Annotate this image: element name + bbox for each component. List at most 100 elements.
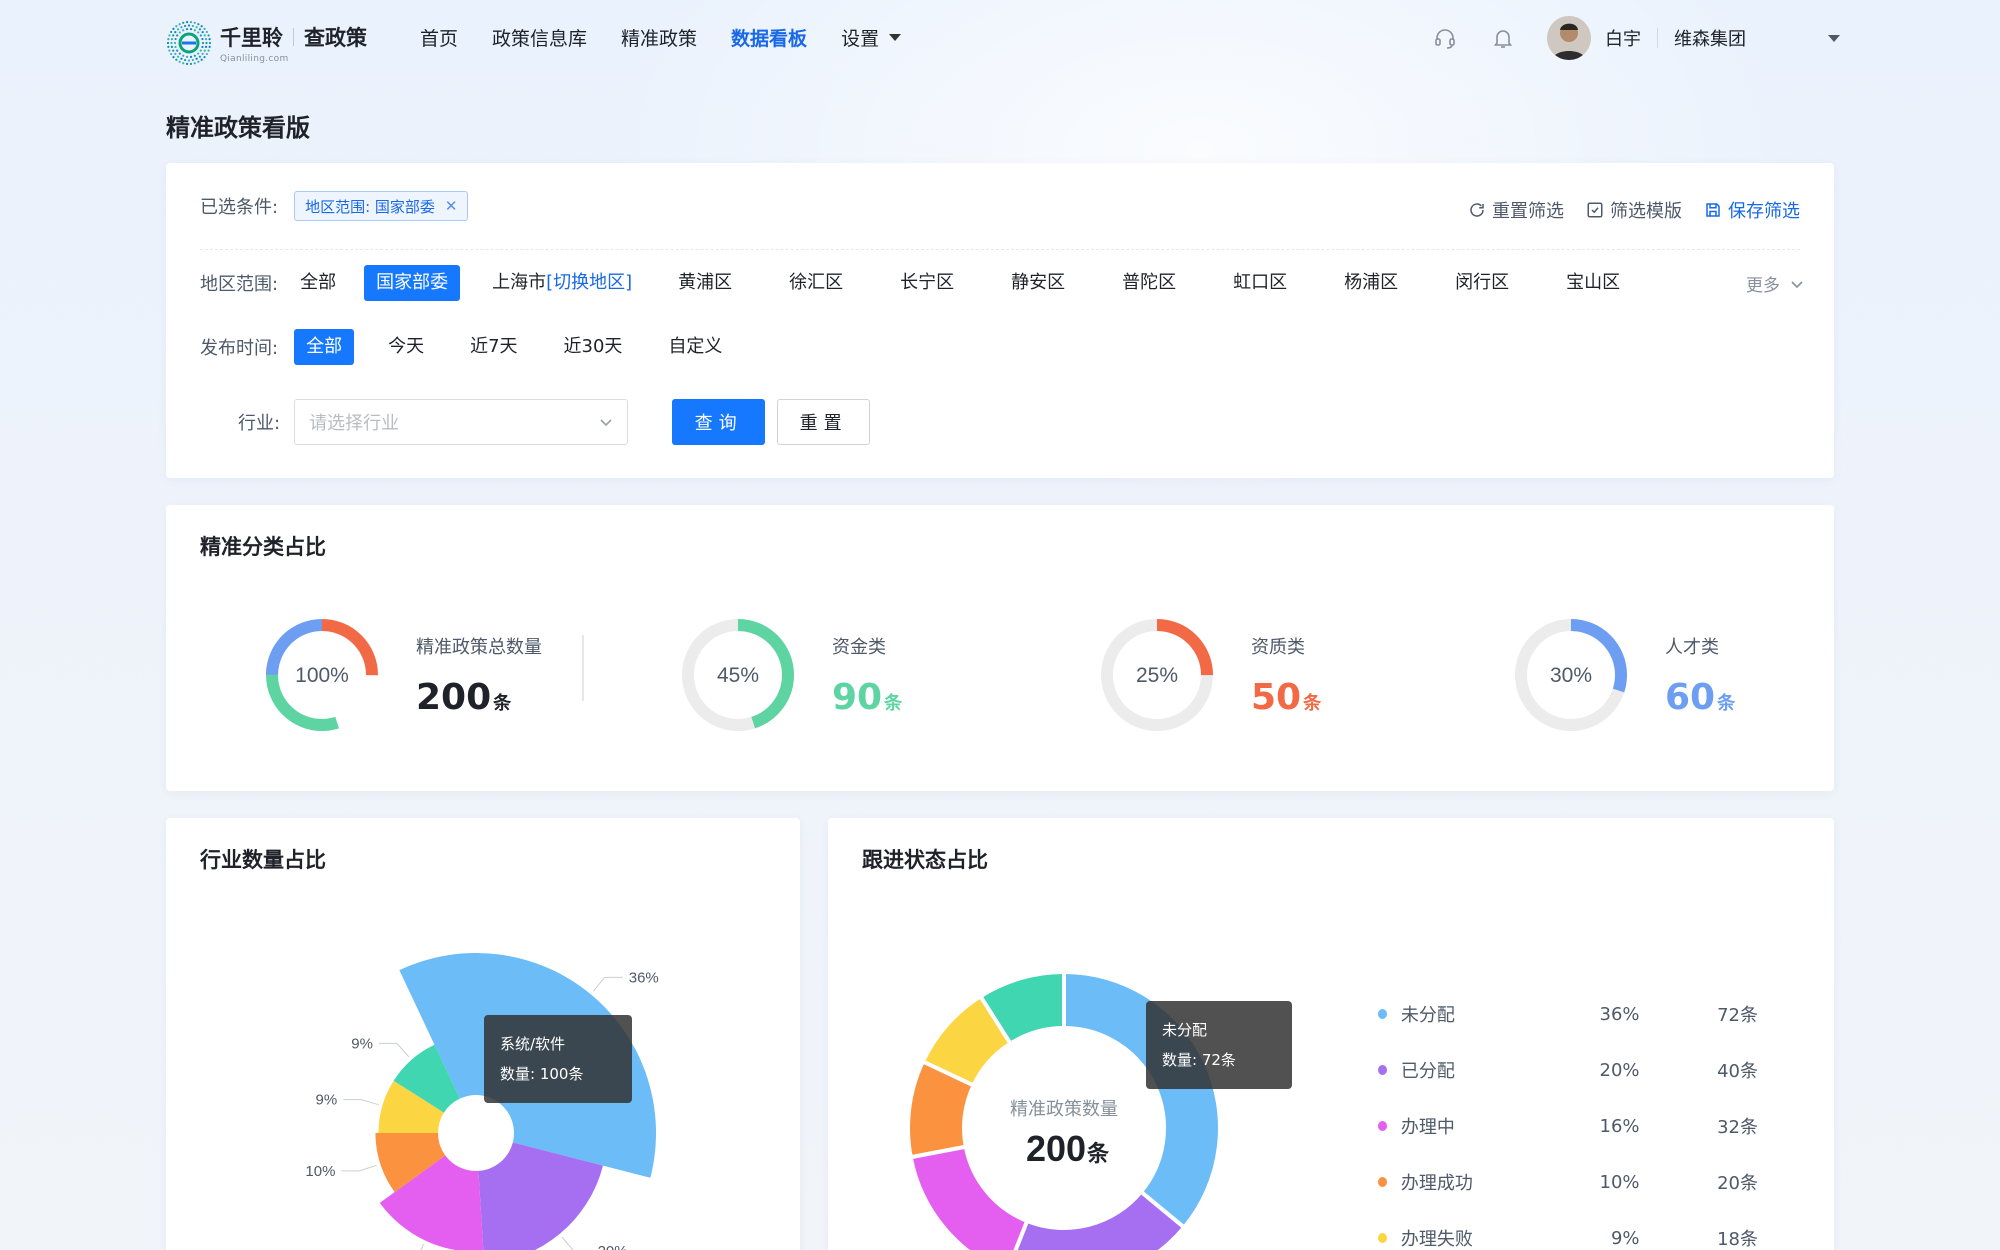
selected-tag-label: 地区范围: 国家部委 bbox=[305, 197, 435, 216]
legend-dot bbox=[1378, 1009, 1387, 1019]
rose-label: 20% bbox=[598, 1243, 628, 1250]
refresh-icon bbox=[1470, 203, 1484, 217]
page-title: 精准政策看版 bbox=[166, 114, 310, 142]
region-option-yangpu[interactable]: 杨浦区 bbox=[1332, 265, 1410, 301]
legend-item[interactable]: 办理中 16% 32条 bbox=[1378, 1098, 1758, 1154]
time-option-today[interactable]: 今天 bbox=[376, 329, 436, 365]
brand-product: 查政策 bbox=[304, 26, 367, 50]
stat-talent: 30% 人才类 60 条 bbox=[1511, 615, 1735, 735]
region-option-xuhui[interactable]: 徐汇区 bbox=[777, 265, 855, 301]
tooltip-count: 100条 bbox=[539, 1065, 584, 1083]
user-name[interactable]: 白宇 bbox=[1605, 25, 1641, 51]
reset-filter-button[interactable]: 重置筛选 bbox=[1468, 197, 1564, 223]
industry-label: 行业: bbox=[238, 413, 281, 434]
brand-logo[interactable]: 千里聆 查政策 Qianliling.com bbox=[166, 20, 367, 66]
company-name[interactable]: 维森集团 bbox=[1674, 25, 1814, 51]
region-option-national[interactable]: 国家部委 bbox=[364, 265, 461, 301]
nav-settings[interactable]: 设置 bbox=[841, 24, 902, 51]
region-option-minhang[interactable]: 闵行区 bbox=[1443, 265, 1521, 301]
nav-policy-library[interactable]: 政策信息库 bbox=[492, 24, 587, 51]
qualification-ring-chart: 25% bbox=[1101, 619, 1213, 731]
divider bbox=[200, 249, 1800, 250]
save-icon bbox=[1706, 203, 1720, 217]
stat-total: 100% 精准政策总数量 200 条 bbox=[262, 615, 542, 735]
publish-time-label: 发布时间: bbox=[200, 338, 279, 359]
rose-label: 9% bbox=[351, 1035, 373, 1052]
legend-item[interactable]: 办理失败 9% 18条 bbox=[1378, 1210, 1758, 1250]
logo-icon bbox=[166, 20, 212, 66]
reset-button[interactable]: 重置 bbox=[777, 399, 871, 445]
divider bbox=[582, 635, 584, 701]
checklist-icon bbox=[1587, 202, 1603, 218]
region-option-hongkou[interactable]: 虹口区 bbox=[1221, 265, 1299, 301]
filter-template-button[interactable]: 筛选模版 bbox=[1586, 197, 1682, 223]
total-pct: 100% bbox=[295, 664, 349, 687]
label-leader-line bbox=[592, 976, 623, 992]
talent-ring-chart: 30% bbox=[1515, 619, 1627, 731]
time-option-custom[interactable]: 自定义 bbox=[656, 329, 734, 365]
stat-value: 90 bbox=[832, 676, 883, 718]
stat-label: 资金类 bbox=[832, 636, 886, 658]
time-option-all[interactable]: 全部 bbox=[294, 329, 355, 365]
headset-icon[interactable] bbox=[1431, 24, 1459, 52]
query-button[interactable]: 查询 bbox=[672, 399, 766, 445]
industry-rose-chart[interactable]: 36%20%16%10%9%9% bbox=[166, 818, 800, 1250]
brand-name: 千里聆 bbox=[220, 26, 283, 50]
label-leader-line bbox=[343, 1099, 379, 1106]
total-ring-chart: 100% bbox=[266, 619, 378, 731]
industry-select[interactable]: 请选择行业 bbox=[294, 399, 629, 445]
more-regions-button[interactable]: 更多 bbox=[1746, 271, 1804, 296]
label-leader-line bbox=[341, 1164, 377, 1172]
bell-icon[interactable] bbox=[1489, 24, 1517, 52]
company-dropdown-icon[interactable] bbox=[1828, 34, 1840, 42]
stats-title: 精准分类占比 bbox=[200, 535, 326, 559]
region-option-shanghai[interactable]: 上海市[切换地区] bbox=[480, 265, 644, 301]
chevron-down-icon bbox=[1791, 280, 1803, 288]
donut-sector bbox=[908, 1144, 1030, 1250]
industry-tooltip: 系统/软件 数量: 100条 bbox=[484, 1015, 632, 1103]
category-stats-panel: 精准分类占比 100% 精准政策总数量 200 条 45% 资金类 90 条 25% bbox=[166, 505, 1834, 791]
region-option-putuo[interactable]: 普陀区 bbox=[1110, 265, 1188, 301]
svg-text:25%: 25% bbox=[1136, 664, 1178, 687]
region-option-huangpu[interactable]: 黄浦区 bbox=[666, 265, 744, 301]
rose-label: 9% bbox=[316, 1092, 338, 1109]
chevron-down-icon bbox=[600, 419, 612, 427]
close-icon[interactable]: ✕ bbox=[445, 197, 458, 215]
legend-item[interactable]: 办理成功 10% 20条 bbox=[1378, 1154, 1758, 1210]
tooltip-title: 系统/软件 bbox=[500, 1035, 566, 1053]
time-option-7days[interactable]: 近7天 bbox=[458, 329, 529, 365]
region-label: 地区范围: bbox=[200, 274, 279, 295]
stat-value: 200 bbox=[416, 676, 492, 718]
follow-tooltip: 未分配 数量: 72条 bbox=[1146, 1001, 1292, 1089]
legend-item[interactable]: 未分配 36% 72条 bbox=[1378, 986, 1758, 1042]
region-option-all[interactable]: 全部 bbox=[288, 265, 348, 301]
time-option-30days[interactable]: 近30天 bbox=[552, 329, 635, 365]
follow-status-panel: 跟进状态占比 精准政策数量 200 条 未分配 数量: 72条 未分配 36% … bbox=[828, 818, 1834, 1250]
rose-label: 10% bbox=[305, 1163, 335, 1180]
nav-precise-policy[interactable]: 精准政策 bbox=[621, 24, 697, 51]
stat-label: 资质类 bbox=[1251, 636, 1305, 658]
region-option-baoshan[interactable]: 宝山区 bbox=[1554, 265, 1632, 301]
nav-dashboard[interactable]: 数据看板 bbox=[731, 24, 807, 51]
stat-label: 人才类 bbox=[1665, 636, 1719, 658]
avatar[interactable] bbox=[1547, 16, 1591, 60]
funding-ring-chart: 45% bbox=[682, 619, 794, 731]
nav-home[interactable]: 首页 bbox=[420, 24, 458, 51]
region-option-jingan[interactable]: 静安区 bbox=[999, 265, 1077, 301]
legend-dot bbox=[1378, 1177, 1387, 1187]
svg-text:45%: 45% bbox=[717, 664, 759, 687]
selected-conditions-label: 已选条件: bbox=[200, 197, 279, 218]
tooltip-count-label: 数量: bbox=[1162, 1051, 1198, 1069]
legend-dot bbox=[1378, 1065, 1387, 1075]
brand-domain: Qianliling.com bbox=[220, 54, 289, 64]
legend-item[interactable]: 已分配 20% 40条 bbox=[1378, 1042, 1758, 1098]
region-option-changning[interactable]: 长宁区 bbox=[888, 265, 966, 301]
stat-qualification: 25% 资质类 50 条 bbox=[1097, 615, 1321, 735]
switch-region-link[interactable]: [切换地区] bbox=[546, 272, 632, 293]
donut-center-unit: 条 bbox=[1086, 1141, 1110, 1166]
selected-condition-tag[interactable]: 地区范围: 国家部委 ✕ bbox=[294, 191, 469, 221]
svg-text:30%: 30% bbox=[1550, 664, 1592, 687]
tooltip-count: 72条 bbox=[1201, 1051, 1236, 1069]
save-filter-button[interactable]: 保存筛选 bbox=[1704, 197, 1800, 223]
tooltip-title: 未分配 bbox=[1162, 1021, 1208, 1039]
